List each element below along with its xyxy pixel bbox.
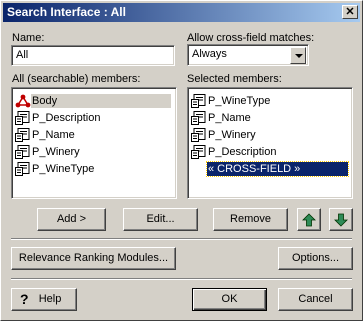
list-item-label: P_Winery — [32, 146, 80, 158]
arrow-down-icon — [334, 213, 348, 227]
field-icon — [15, 128, 30, 142]
close-icon: ✕ — [345, 6, 355, 18]
relevance-ranking-button[interactable]: Relevance Ranking Modules... — [11, 247, 176, 270]
edit-button-label: Edit... — [146, 213, 175, 225]
cancel-button[interactable]: Cancel — [278, 288, 353, 311]
list-item-label: P_Name — [32, 129, 75, 141]
list-item-label: P_WineType — [208, 95, 271, 107]
move-down-button[interactable] — [329, 208, 353, 231]
name-input-value: All — [16, 49, 29, 61]
selected-members-label: Selected members: — [187, 73, 282, 85]
field-icon — [191, 145, 206, 159]
help-icon: ? — [20, 291, 29, 307]
cross-field-select[interactable]: Always — [187, 44, 309, 66]
cross-field-select-value: Always — [192, 48, 227, 60]
ok-button-label: OK — [221, 293, 238, 305]
all-members-list[interactable]: Body P_Description P_Name P_Winery P_Win… — [11, 87, 177, 199]
list-item-label: P_Name — [208, 112, 251, 124]
field-icon — [15, 111, 30, 125]
list-item-label: P_Winery — [208, 129, 256, 141]
add-button-label: Add > — [56, 213, 87, 225]
name-input[interactable]: All — [11, 45, 175, 66]
name-label: Name: — [12, 32, 45, 44]
field-icon — [15, 145, 30, 159]
list-item-label: P_WineType — [32, 163, 95, 175]
edit-button[interactable]: Edit... — [123, 208, 198, 231]
field-icon — [191, 94, 206, 108]
selected-members-list[interactable]: P_WineType P_Name P_Winery P_Description… — [187, 87, 353, 199]
cross-field-item-label: « CROSS-FIELD » — [206, 161, 349, 177]
options-button[interactable]: Options... — [278, 247, 353, 270]
move-up-button[interactable] — [297, 208, 321, 231]
options-button-label: Options... — [291, 252, 340, 264]
field-icon — [15, 162, 30, 176]
remove-button[interactable]: Remove — [213, 208, 288, 231]
help-button[interactable]: ? Help — [11, 288, 77, 311]
ok-button[interactable]: OK — [192, 288, 267, 311]
remove-button-label: Remove — [230, 213, 271, 225]
help-button-label: Help — [38, 293, 62, 305]
cancel-button-label: Cancel — [298, 293, 333, 305]
field-icon — [191, 128, 206, 142]
cross-field-label: Allow cross-field matches: — [187, 32, 315, 44]
list-item[interactable]: Body — [15, 93, 175, 109]
field-icon — [191, 111, 206, 125]
window-title: Search Interface : All — [7, 5, 126, 19]
close-button[interactable]: ✕ — [342, 5, 358, 19]
chevron-down-icon[interactable] — [290, 47, 306, 64]
list-item-label: Body — [31, 94, 171, 108]
search-interface-dialog: Search Interface : All ✕ Name: All Allow… — [0, 0, 363, 321]
list-item-label: P_Description — [208, 146, 277, 158]
list-item-label: P_Description — [32, 112, 101, 124]
all-members-label: All (searchable) members: — [12, 73, 141, 85]
add-button[interactable]: Add > — [37, 208, 106, 231]
title-bar: Search Interface : All ✕ — [3, 3, 360, 22]
body-node-icon — [15, 94, 31, 108]
separator — [11, 238, 352, 240]
arrow-up-icon — [302, 213, 316, 227]
separator — [11, 278, 352, 280]
relevance-ranking-button-label: Relevance Ranking Modules... — [18, 252, 169, 264]
